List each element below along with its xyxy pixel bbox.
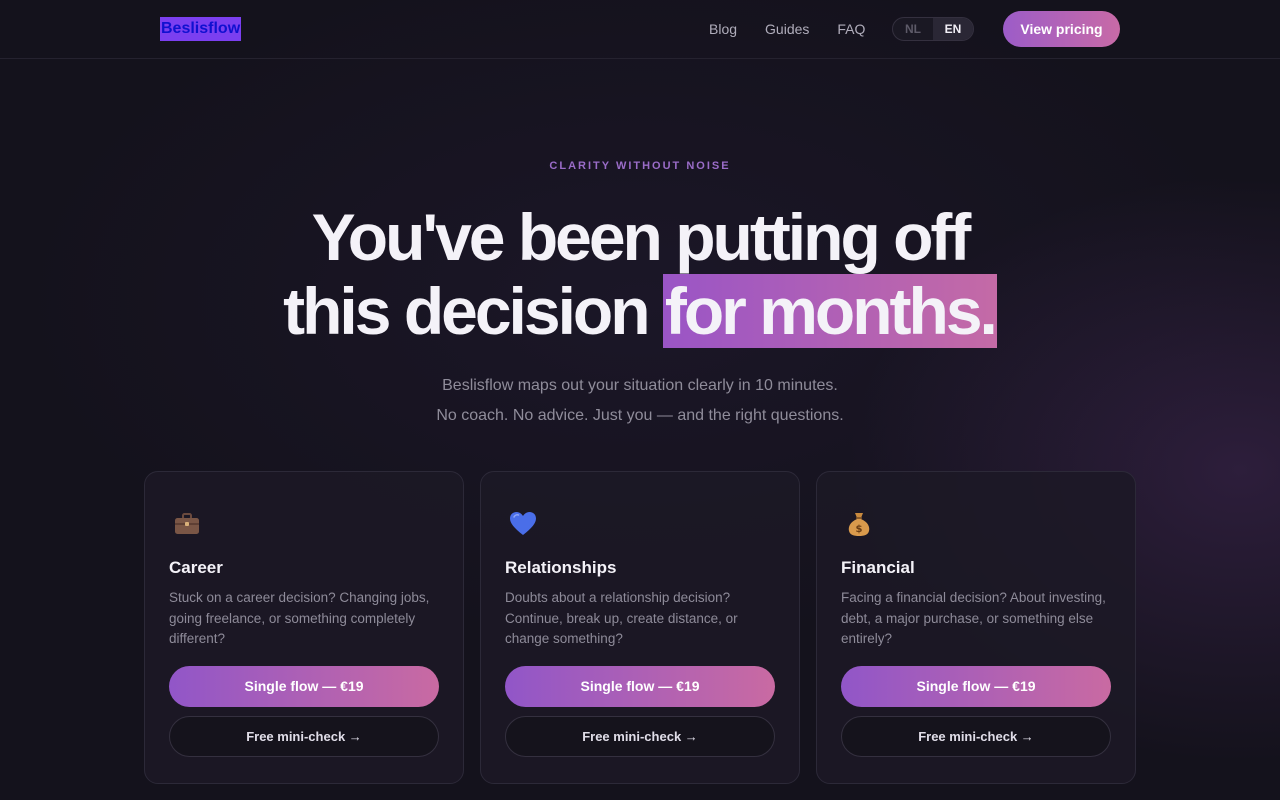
single-flow-button[interactable]: Single flow — €19 xyxy=(169,666,439,707)
nav-links: Blog Guides FAQ xyxy=(709,20,865,38)
headline-line-1: You've been putting off xyxy=(311,200,972,274)
card-financial: $ Financial Facing a financial decision?… xyxy=(816,471,1136,784)
money-bag-icon: $ xyxy=(848,513,870,536)
free-mini-check-button[interactable]: Free mini-check → xyxy=(169,716,439,757)
card-career: Career Stuck on a career decision? Chang… xyxy=(144,471,464,784)
single-flow-button[interactable]: Single flow — €19 xyxy=(841,666,1111,707)
svg-text:$: $ xyxy=(856,524,863,535)
nav-link-guides[interactable]: Guides xyxy=(765,20,809,38)
subtitle-line-1: Beslisflow maps out your situation clear… xyxy=(442,377,838,394)
card-title: Financial xyxy=(841,558,915,577)
headline-line-2: this decision xyxy=(283,274,663,348)
lang-option-en[interactable]: EN xyxy=(933,18,973,40)
card-description: Doubts about a relationship decision? Co… xyxy=(505,590,738,646)
hero-headline: You've been putting off this decision fo… xyxy=(0,200,1280,348)
card-description: Stuck on a career decision? Changing job… xyxy=(169,590,430,646)
single-flow-button[interactable]: Single flow — €19 xyxy=(505,666,775,707)
language-toggle: NL EN xyxy=(892,17,974,41)
headline-highlight: for months. xyxy=(662,274,998,348)
hero-eyebrow: CLARITY WITHOUT NOISE xyxy=(549,160,731,172)
category-cards: Career Stuck on a career decision? Chang… xyxy=(144,471,1136,784)
nav-link-faq[interactable]: FAQ xyxy=(837,20,865,38)
top-nav: Beslisflow Blog Guides FAQ NL EN View pr… xyxy=(0,0,1280,59)
nav-link-blog[interactable]: Blog xyxy=(709,20,737,38)
logo[interactable]: Beslisflow xyxy=(160,17,242,41)
free-mini-check-button[interactable]: Free mini-check → xyxy=(505,716,775,757)
view-pricing-button[interactable]: View pricing xyxy=(1003,11,1120,47)
free-mini-check-button[interactable]: Free mini-check → xyxy=(841,716,1111,757)
briefcase-icon xyxy=(175,513,199,534)
heart-icon xyxy=(510,512,536,535)
card-description: Facing a financial decision? About inves… xyxy=(841,590,1106,646)
card-title: Relationships xyxy=(505,558,617,577)
card-title: Career xyxy=(169,558,223,577)
card-relationships: Relationships Doubts about a relationshi… xyxy=(480,471,800,784)
hero-subtitle: Beslisflow maps out your situation clear… xyxy=(0,371,1280,431)
subtitle-line-2: No coach. No advice. Just you — and the … xyxy=(436,407,844,424)
lang-option-nl[interactable]: NL xyxy=(893,18,933,40)
